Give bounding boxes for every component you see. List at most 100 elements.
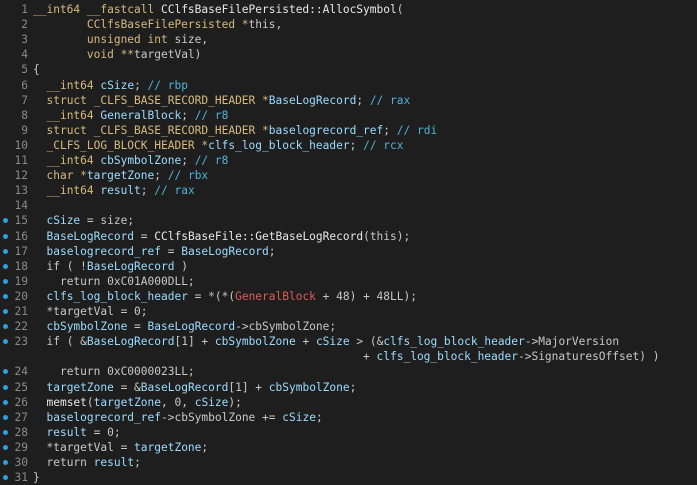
code-line[interactable]: 22 cbSymbolZone = BaseLogRecord->cbSymbo…: [0, 319, 697, 334]
code-token: (: [86, 395, 94, 409]
code-line[interactable]: 9 struct _CLFS_BASE_RECORD_HEADER *basel…: [0, 123, 697, 138]
code-text[interactable]: }: [33, 470, 40, 485]
code-text[interactable]: void **targetVal): [33, 47, 202, 62]
code-line[interactable]: 7 struct _CLFS_BASE_RECORD_HEADER *BaseL…: [0, 93, 697, 108]
code-token: = size;: [80, 214, 135, 228]
line-number: 18: [14, 259, 28, 273]
line-number: 20: [14, 289, 28, 303]
code-line[interactable]: 25 targetZone = &BaseLogRecord[1] + cbSy…: [0, 380, 697, 395]
code-token: ->SignaturesOffset) ): [517, 350, 660, 364]
code-line[interactable]: 4 void **targetVal): [0, 47, 697, 62]
code-token: BaseLogRecord: [268, 93, 357, 107]
line-number: 5: [21, 63, 28, 77]
code-text[interactable]: baselogrecord_ref->cbSymbolZone += cSize…: [33, 410, 322, 425]
code-text[interactable]: unsigned int size,: [33, 32, 208, 47]
code-text[interactable]: + clfs_log_block_header->SignaturesOffse…: [33, 349, 659, 364]
code-token: if ( !: [46, 259, 87, 273]
code-text[interactable]: memset(targetZone, 0, cSize);: [33, 395, 241, 410]
code-text[interactable]: cbSymbolZone = BaseLogRecord->cbSymbolZo…: [33, 319, 336, 334]
code-text[interactable]: _CLFS_LOG_BLOCK_HEADER *clfs_log_block_h…: [33, 138, 403, 153]
code-line[interactable]: 19 return 0xC01A000DLL;: [0, 274, 697, 289]
code-line[interactable]: 27 baselogrecord_ref->cbSymbolZone += cS…: [0, 410, 697, 425]
code-line[interactable]: 10 _CLFS_LOG_BLOCK_HEADER *clfs_log_bloc…: [0, 138, 697, 153]
code-text[interactable]: if ( &BaseLogRecord[1] + cbSymbolZone + …: [33, 334, 619, 349]
code-text[interactable]: CClfsBaseFilePersisted *this,: [33, 17, 282, 32]
code-line[interactable]: + clfs_log_block_header->SignaturesOffse…: [0, 349, 697, 364]
code-text[interactable]: __int64 result; // rax: [33, 183, 194, 198]
code-line[interactable]: 16 BaseLogRecord = CClfsBaseFile::GetBas…: [0, 229, 697, 244]
pseudocode-view[interactable]: 1 __int64 __fastcall CClfsBaseFilePersist…: [0, 0, 697, 485]
code-line[interactable]: 21 *targetVal = 0;: [0, 304, 697, 319]
line-number: 25: [14, 380, 28, 394]
code-token: // rax: [369, 93, 411, 107]
code-line[interactable]: 14: [0, 198, 697, 213]
code-token: ->cbSymbolZone +=: [161, 410, 283, 424]
code-line[interactable]: 13 __int64 result; // rax: [0, 183, 697, 198]
code-line[interactable]: 11 __int64 cbSymbolZone; // r8: [0, 153, 697, 168]
code-line[interactable]: 20 clfs_log_block_header = *(*(GeneralBl…: [0, 289, 697, 304]
code-text[interactable]: targetZone = &BaseLogRecord[1] + cbSymbo…: [33, 380, 356, 395]
code-line[interactable]: 29 *targetVal = targetZone;: [0, 440, 697, 455]
code-token: (: [396, 3, 404, 16]
code-line[interactable]: 5{: [0, 62, 697, 77]
code-token: targetZone: [46, 380, 114, 394]
code-line[interactable]: 24 return 0xC0000023LL;: [0, 364, 697, 379]
code-text[interactable]: char *targetZone; // rbx: [33, 168, 208, 183]
code-line[interactable]: 23 if ( &BaseLogRecord[1] + cbSymbolZone…: [0, 334, 697, 349]
code-text[interactable]: __int64 cbSymbolZone; // r8: [33, 153, 228, 168]
code-token: *targetVal = 0;: [46, 305, 148, 318]
code-text[interactable]: baselogrecord_ref = BaseLogRecord;: [33, 244, 275, 259]
code-line[interactable]: 26 memset(targetZone, 0, cSize);: [0, 395, 697, 410]
code-text[interactable]: __int64 cSize; // rbp: [33, 78, 187, 93]
code-text[interactable]: clfs_log_block_header = *(*(GeneralBlock…: [33, 289, 416, 304]
code-line[interactable]: 12 char *targetZone; // rbx: [0, 168, 697, 183]
code-token: cSize: [282, 410, 316, 424]
line-number: 19: [14, 274, 28, 288]
code-token: targetZone: [93, 395, 162, 409]
code-token: size,: [174, 33, 209, 47]
line-number: 23: [14, 335, 28, 349]
code-token: result: [100, 184, 141, 198]
code-token: targetVal): [134, 48, 202, 62]
code-token: cbSymbolZone: [214, 335, 296, 349]
code-text[interactable]: return 0xC01A000DLL;: [33, 274, 195, 289]
code-line[interactable]: 28 result = 0;: [0, 425, 697, 440]
code-text[interactable]: cSize = size;: [33, 213, 134, 228]
code-token: // rdi: [396, 123, 438, 137]
code-token: __int64: [46, 108, 101, 122]
code-line[interactable]: 8 __int64 GeneralBlock; // r8: [0, 108, 697, 123]
code-text[interactable]: BaseLogRecord = CClfsBaseFile::GetBaseLo…: [33, 229, 410, 244]
code-line[interactable]: 1 __int64 __fastcall CClfsBaseFilePersist…: [0, 2, 697, 17]
code-line[interactable]: 15 cSize = size;: [0, 213, 697, 228]
line-number: 3: [21, 33, 28, 47]
code-token: (this);: [363, 229, 411, 243]
code-line[interactable]: 17 baselogrecord_ref = BaseLogRecord;: [0, 244, 697, 259]
code-token: CClfsBaseFile::GetBaseLogRecord: [154, 229, 364, 243]
code-line[interactable]: 30 return result;: [0, 455, 697, 470]
code-line[interactable]: 31}: [0, 470, 697, 485]
code-text[interactable]: return result;: [33, 455, 140, 470]
code-token: cSize: [194, 395, 229, 409]
code-line[interactable]: 6 __int64 cSize; // rbp: [0, 78, 697, 93]
code-text[interactable]: __int64 __fastcall CClfsBaseFilePersiste…: [33, 2, 403, 17]
code-line[interactable]: 2 CClfsBaseFilePersisted *this,: [0, 17, 697, 32]
code-text[interactable]: __int64 GeneralBlock; // r8: [33, 108, 228, 123]
code-text[interactable]: *targetVal = 0;: [33, 304, 148, 319]
code-text[interactable]: struct _CLFS_BASE_RECORD_HEADER *BaseLog…: [33, 93, 410, 108]
code-text[interactable]: if ( !BaseLogRecord ): [33, 259, 187, 274]
code-text[interactable]: struct _CLFS_BASE_RECORD_HEADER *baselog…: [33, 123, 437, 138]
code-text[interactable]: *targetVal = targetZone;: [33, 440, 208, 455]
code-line[interactable]: 18 if ( !BaseLogRecord ): [0, 259, 697, 274]
code-text[interactable]: {: [33, 62, 40, 77]
code-line[interactable]: 3 unsigned int size,: [0, 32, 697, 47]
code-text[interactable]: result = 0;: [33, 425, 120, 440]
code-text[interactable]: return 0xC0000023LL;: [33, 364, 195, 379]
